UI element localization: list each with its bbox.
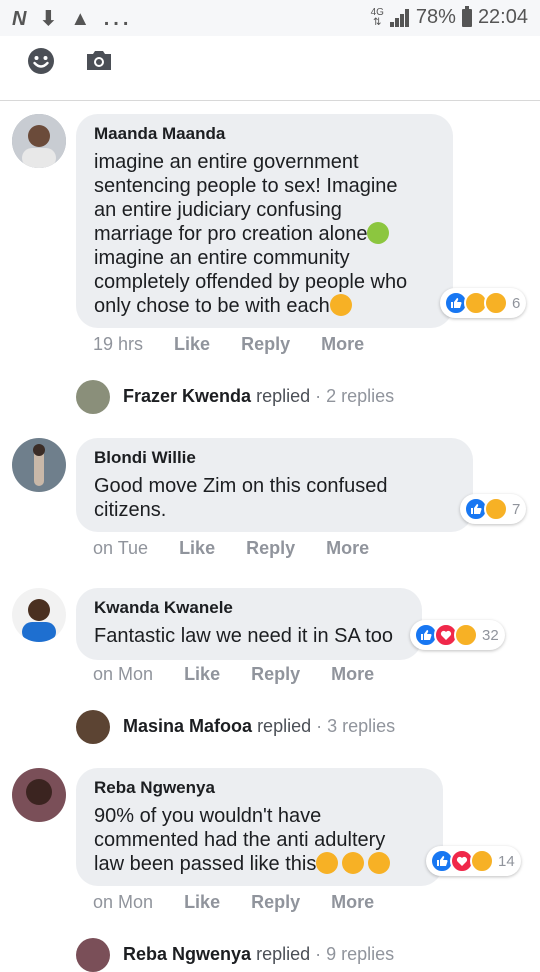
comment-text: 90% of you wouldn't have commented had t… — [94, 804, 391, 876]
battery-icon — [461, 5, 472, 27]
clock: 22:04 — [477, 6, 528, 28]
comment-time: on Mon — [93, 664, 154, 684]
status-bar: N ⬇ ▲ ... 4G ⇅ 78% 22:04 — [0, 0, 540, 36]
weary-face-icon — [329, 294, 352, 316]
reaction-count: 6 — [512, 294, 521, 312]
comment: Kwanda Kwanele Fantastic law we need it … — [0, 574, 540, 700]
comment-author[interactable]: Kwanda Kwanele — [94, 598, 233, 618]
comment-text: imagine an entire government sentencing … — [94, 151, 408, 317]
reaction-summary[interactable]: 14 — [426, 846, 521, 876]
download-icon: ⬇ — [40, 8, 61, 30]
avatar[interactable] — [12, 114, 66, 168]
haha-reaction-icon — [484, 497, 508, 521]
reply-button[interactable]: Reply — [246, 538, 295, 558]
reply-count: · 9 replies — [315, 943, 395, 964]
avatar — [76, 380, 110, 414]
reaction-count: 14 — [498, 852, 515, 870]
n-app-icon: N — [12, 8, 31, 30]
comment-bubble[interactable]: Blondi Willie Good move Zim on this conf… — [76, 438, 473, 532]
composer-toolbar — [0, 36, 540, 101]
avatar[interactable] — [12, 438, 66, 492]
comment-time: on Mon — [93, 892, 154, 912]
tears-of-joy-icon — [342, 852, 365, 874]
reaction-summary[interactable]: 7 — [460, 494, 527, 524]
like-button[interactable]: Like — [184, 664, 220, 684]
avatar — [76, 710, 110, 744]
sad-reaction-icon — [484, 291, 508, 315]
comment-time: 19 hrs — [93, 334, 144, 354]
reaction-summary[interactable]: 32 — [410, 620, 505, 650]
replies-link[interactable]: Masina Mafooa replied · 3 replies — [76, 710, 395, 744]
nauseated-face-icon — [367, 222, 390, 244]
emoji-icon[interactable] — [26, 46, 56, 76]
comment-author[interactable]: Reba Ngwenya — [94, 778, 215, 798]
comment-text: Good move Zim on this confused citizens. — [94, 475, 388, 521]
more-button[interactable]: More — [326, 538, 369, 558]
reaction-summary[interactable]: 6 — [440, 288, 527, 318]
reply-author: Frazer Kwenda — [123, 385, 252, 406]
system-status: 4G ⇅ 78% 22:04 — [370, 5, 528, 29]
comment: Reba Ngwenya 90% of you wouldn't have co… — [0, 754, 540, 924]
battery-percent: 78% — [415, 6, 456, 28]
comment-actions: on Mon Like Reply More — [93, 664, 400, 685]
avatar[interactable] — [12, 768, 66, 822]
tears-of-joy-icon — [316, 852, 339, 874]
reply-button[interactable]: Reply — [251, 892, 300, 912]
more-notifications-icon: ... — [103, 8, 133, 30]
reply-count: · 2 replies — [315, 385, 395, 406]
comment-author[interactable]: Blondi Willie — [94, 448, 196, 468]
haha-reaction-icon — [454, 623, 478, 647]
more-button[interactable]: More — [321, 334, 364, 354]
like-button[interactable]: Like — [179, 538, 215, 558]
avatar — [76, 938, 110, 972]
comment: Blondi Willie Good move Zim on this conf… — [0, 424, 540, 570]
more-button[interactable]: More — [331, 664, 374, 684]
warning-icon: ▲ — [70, 8, 95, 30]
reply-author: Masina Mafooa — [123, 715, 253, 736]
haha-reaction-icon — [470, 849, 494, 873]
like-button[interactable]: Like — [184, 892, 220, 912]
comment-actions: on Mon Like Reply More — [93, 892, 400, 913]
notification-icons: N ⬇ ▲ ... — [12, 6, 132, 31]
comment-bubble[interactable]: Maanda Maanda imagine an entire governme… — [76, 114, 453, 328]
reply-button[interactable]: Reply — [241, 334, 290, 354]
comment-bubble[interactable]: Kwanda Kwanele Fantastic law we need it … — [76, 588, 422, 660]
comment-bubble[interactable]: Reba Ngwenya 90% of you wouldn't have co… — [76, 768, 443, 886]
more-button[interactable]: More — [331, 892, 374, 912]
signal-icon — [389, 8, 410, 27]
comment-author[interactable]: Maanda Maanda — [94, 124, 225, 144]
like-button[interactable]: Like — [174, 334, 210, 354]
camera-icon[interactable] — [84, 46, 114, 76]
replies-link[interactable]: Frazer Kwenda replied · 2 replies — [76, 380, 394, 414]
comment-actions: 19 hrs Like Reply More — [93, 334, 390, 355]
tears-of-joy-icon — [368, 852, 391, 874]
replies-link[interactable]: Reba Ngwenya replied · 9 replies — [76, 938, 394, 972]
comment-text: Fantastic law we need it in SA too — [94, 625, 394, 647]
comment-time: on Tue — [93, 538, 149, 558]
avatar[interactable] — [12, 588, 66, 642]
reply-button[interactable]: Reply — [251, 664, 300, 684]
reaction-count: 7 — [512, 500, 521, 518]
network-type: 4G ⇅ — [370, 6, 384, 28]
comment: Maanda Maanda imagine an entire governme… — [0, 100, 540, 370]
comment-actions: on Tue Like Reply More — [93, 538, 395, 559]
reply-author: Reba Ngwenya — [123, 943, 252, 964]
reply-count: · 3 replies — [316, 715, 396, 736]
reaction-count: 32 — [482, 626, 499, 644]
